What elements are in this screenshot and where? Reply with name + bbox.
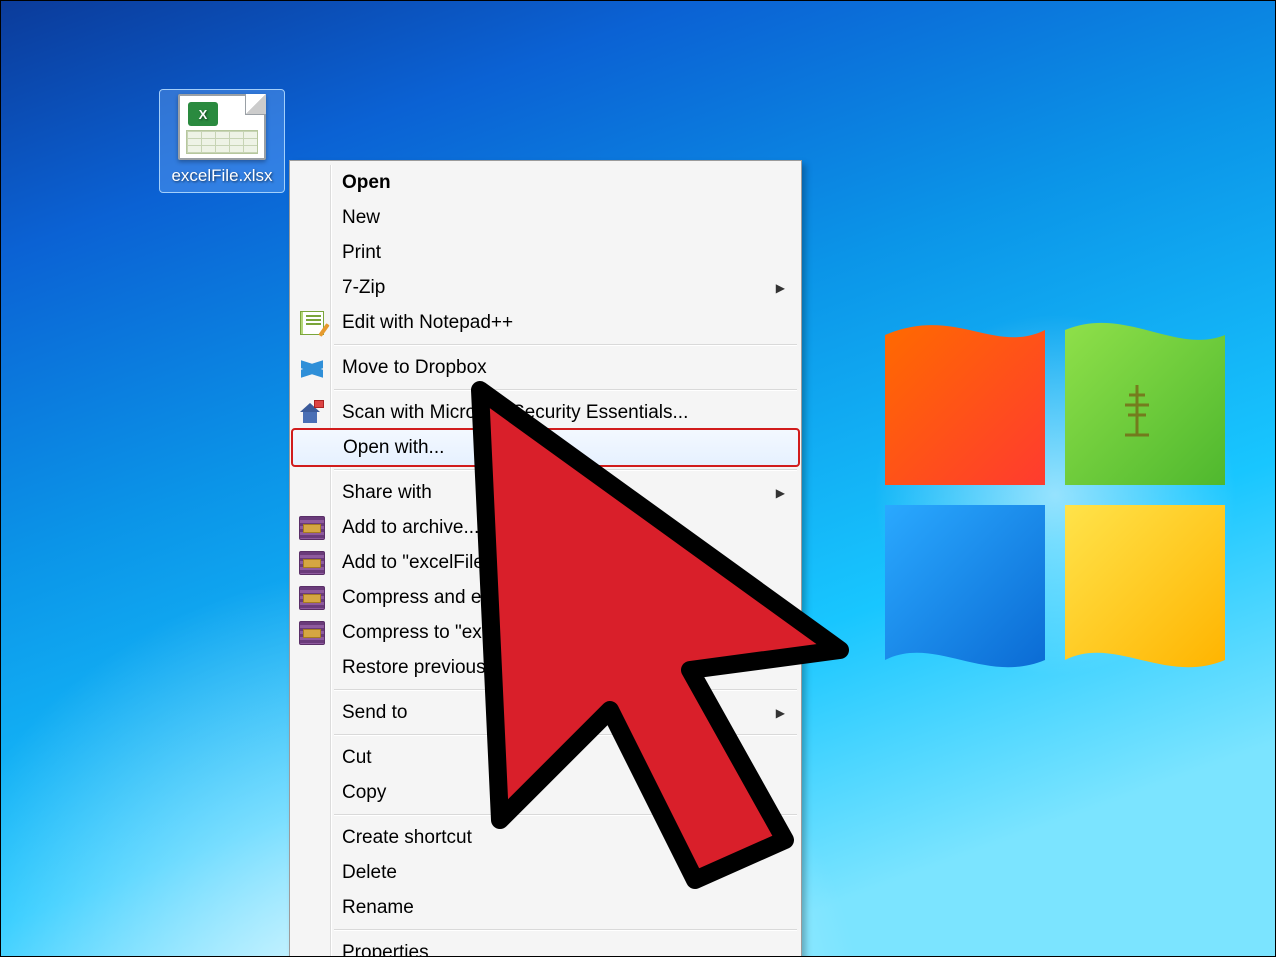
menu-separator (334, 929, 797, 931)
menu-item-copy[interactable]: Copy (292, 775, 799, 810)
submenu-arrow-icon: ▶ (776, 486, 785, 500)
menu-item-edit-with-notepad[interactable]: Edit with Notepad++ (292, 305, 799, 340)
windows-logo-wallpaper (820, 260, 1276, 730)
menu-item-open[interactable]: Open (292, 165, 799, 200)
menu-item-label: Add to archive... (342, 517, 479, 539)
menu-item-add-to-excelfile-rar[interactable]: Add to "excelFile.rar" (292, 545, 799, 580)
menu-item-rename[interactable]: Rename (292, 890, 799, 925)
menu-item-label: New (342, 207, 380, 229)
menu-item-label: Send to (342, 702, 408, 724)
menu-separator (334, 814, 797, 816)
menu-item-label: Print (342, 242, 381, 264)
desktop[interactable]: X excelFile.xlsx Open New Print 7-Zip ▶ Edit … (0, 0, 1276, 957)
menu-item-label: Compress to "excelFile.rar" and email (342, 622, 660, 644)
menu-item-label: Restore previous versions (342, 657, 562, 679)
desktop-icon-excelfile[interactable]: X excelFile.xlsx (160, 90, 284, 192)
menu-item-new[interactable]: New (292, 200, 799, 235)
winrar-icon (298, 619, 326, 647)
winrar-icon (298, 514, 326, 542)
menu-separator (334, 344, 797, 346)
menu-item-print[interactable]: Print (292, 235, 799, 270)
menu-item-scan-with-microsoft-security-essentials[interactable]: Scan with Microsoft Security Essentials.… (292, 395, 799, 430)
menu-item-label: Move to Dropbox (342, 357, 487, 379)
menu-item-share-with[interactable]: Share with ▶ (292, 475, 799, 510)
menu-item-add-to-archive[interactable]: Add to archive... (292, 510, 799, 545)
menu-item-label: Scan with Microsoft Security Essentials.… (342, 402, 688, 424)
winrar-icon (298, 584, 326, 612)
mse-icon (298, 399, 326, 427)
menu-item-label: Compress and email... (342, 587, 532, 609)
context-menu: Open New Print 7-Zip ▶ Edit with Notepad++ Mov… (289, 160, 802, 957)
menu-item-send-to[interactable]: Send to ▶ (292, 695, 799, 730)
menu-item-label: Copy (342, 782, 386, 804)
excel-file-icon: X (178, 94, 266, 160)
winrar-icon (298, 549, 326, 577)
submenu-arrow-icon: ▶ (776, 706, 785, 720)
menu-item-label: Share with (342, 482, 432, 504)
menu-item-restore-previous-versions[interactable]: Restore previous versions (292, 650, 799, 685)
menu-item-label: Add to "excelFile.rar" (342, 552, 519, 574)
menu-item-label: Delete (342, 862, 397, 884)
menu-separator (334, 389, 797, 391)
notepadpp-icon (298, 309, 326, 337)
menu-item-label: Properties (342, 942, 429, 957)
menu-item-open-with[interactable]: Open with... (292, 429, 799, 466)
menu-item-label: Rename (342, 897, 414, 919)
menu-item-label: Edit with Notepad++ (342, 312, 513, 334)
dropbox-icon (298, 354, 326, 382)
menu-item-move-to-dropbox[interactable]: Move to Dropbox (292, 350, 799, 385)
menu-item-compress-and-email[interactable]: Compress and email... (292, 580, 799, 615)
menu-item-label: Create shortcut (342, 827, 472, 849)
menu-item-label: Cut (342, 747, 372, 769)
menu-item-label: Open (342, 172, 391, 194)
menu-item-7-zip[interactable]: 7-Zip ▶ (292, 270, 799, 305)
menu-separator (334, 469, 797, 471)
menu-item-cut[interactable]: Cut (292, 740, 799, 775)
menu-item-properties[interactable]: Properties (292, 935, 799, 957)
menu-item-label: Open with... (343, 437, 444, 459)
menu-separator (334, 734, 797, 736)
menu-item-compress-to-excelfile-rar-and-email[interactable]: Compress to "excelFile.rar" and email (292, 615, 799, 650)
menu-item-delete[interactable]: Delete (292, 855, 799, 890)
menu-item-create-shortcut[interactable]: Create shortcut (292, 820, 799, 855)
submenu-arrow-icon: ▶ (776, 281, 785, 295)
menu-separator (334, 689, 797, 691)
desktop-icon-label: excelFile.xlsx (162, 166, 282, 186)
menu-item-label: 7-Zip (342, 277, 385, 299)
